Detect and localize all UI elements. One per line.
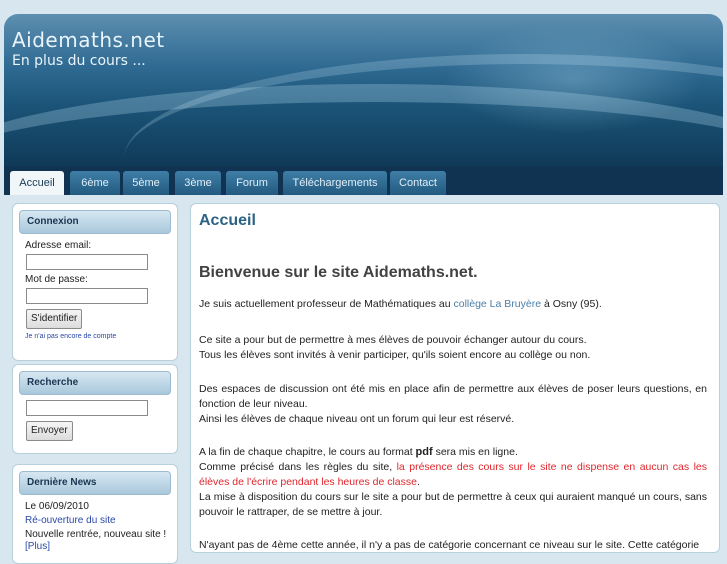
tab-contact[interactable]: Contact (390, 171, 446, 195)
forum-line: Ainsi les élèves de chaque niveau ont un… (199, 413, 515, 425)
purpose-line: Tous les élèves sont invités à venir par… (199, 349, 591, 361)
site-slogan: En plus du cours ... (12, 53, 146, 69)
login-panel: Connexion Adresse email: Mot de passe: S… (12, 203, 178, 361)
email-label: Adresse email: (25, 240, 92, 251)
welcome-heading: Bienvenue sur le site Aidemaths.net. (199, 264, 478, 281)
login-panel-title: Connexion (19, 210, 171, 234)
purpose-line: Ce site a pour but de permettre à mes él… (199, 334, 587, 346)
main-nav: Accueil 6ème 5ème 3ème Forum Téléchargem… (4, 166, 723, 195)
course-text: A la fin de chaque chapitre, le cours au… (199, 446, 416, 458)
signup-link[interactable]: Je n'ai pas encore de compte (25, 333, 116, 340)
tab-5eme[interactable]: 5ème (123, 171, 169, 195)
tab-telechargements[interactable]: Téléchargements (283, 171, 387, 195)
news-more-link[interactable]: [Plus] (25, 541, 50, 552)
tab-accueil[interactable]: Accueil (10, 171, 64, 195)
password-label: Mot de passe: (25, 274, 88, 285)
site-title[interactable]: Aidemaths.net (12, 28, 165, 52)
course-text: sera mis en ligne. (432, 446, 518, 458)
search-panel: Recherche Envoyer (12, 364, 178, 454)
tab-forum[interactable]: Forum (226, 171, 278, 195)
search-input[interactable] (26, 400, 148, 416)
news-summary: Nouvelle rentrée, nouveau site ! (25, 529, 167, 540)
pdf-label: pdf (415, 446, 433, 458)
college-link[interactable]: collège La Bruyère (453, 298, 541, 310)
course-paragraph: A la fin de chaque chapitre, le cours au… (199, 445, 707, 520)
forum-paragraph: Des espaces de discussion ont été mis en… (199, 382, 707, 427)
forum-line: Des espaces de discussion ont été mis en… (199, 383, 707, 410)
course-text: Comme précisé dans les règles du site, (199, 461, 397, 473)
page-title: Accueil (199, 212, 256, 229)
login-button[interactable]: S'identifier (26, 309, 83, 329)
purpose-paragraph: Ce site a pour but de permettre à mes él… (199, 333, 707, 363)
news-headline-link[interactable]: Ré-ouverture du site (25, 515, 116, 526)
course-text: La mise à disposition du cours sur le si… (199, 491, 707, 518)
course-text: . (416, 476, 420, 488)
password-field[interactable] (26, 288, 148, 304)
news-panel: Dernière News Le 06/09/2010 Ré-ouverture… (12, 464, 178, 564)
intro-text: Je suis actuellement professeur de Mathé… (199, 298, 454, 310)
email-field[interactable] (26, 254, 148, 270)
intro-text-end: à Osny (95). (541, 298, 602, 310)
news-date: Le 06/09/2010 (25, 501, 89, 512)
site-header: Aidemaths.net En plus du cours ... (4, 14, 723, 166)
search-button[interactable]: Envoyer (26, 421, 73, 441)
tab-6eme[interactable]: 6ème (70, 171, 120, 195)
search-panel-title: Recherche (19, 371, 171, 395)
tab-3eme[interactable]: 3ème (175, 171, 221, 195)
intro-paragraph: Je suis actuellement professeur de Mathé… (199, 297, 707, 312)
level-paragraph: N'ayant pas de 4ème cette année, il n'y … (199, 539, 700, 551)
news-panel-title: Dernière News (19, 471, 171, 495)
main-content: Accueil Bienvenue sur le site Aidemaths.… (190, 203, 720, 553)
